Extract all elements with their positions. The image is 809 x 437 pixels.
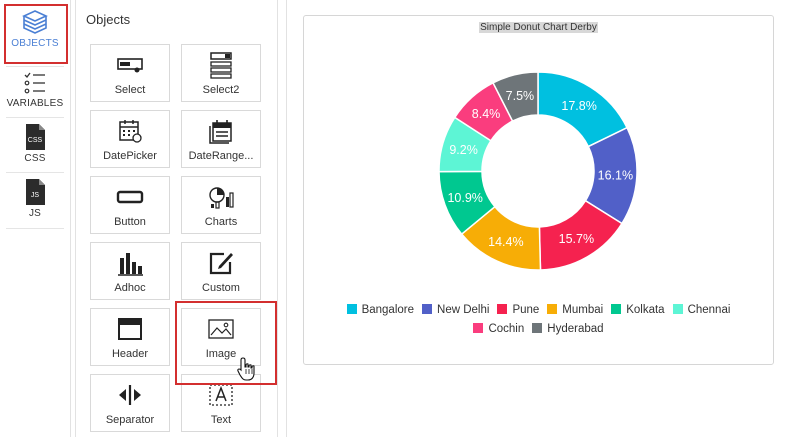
tile-label: Select2 xyxy=(202,84,240,96)
list-icon xyxy=(24,72,45,94)
donut-data-label: 10.9% xyxy=(447,191,482,205)
tile-custom[interactable]: Custom xyxy=(181,242,261,300)
legend-swatch xyxy=(473,323,484,333)
legend-swatch xyxy=(532,323,543,333)
tile-label: Button xyxy=(114,216,146,228)
legend-swatch xyxy=(672,304,683,314)
legend-item[interactable]: New Delhi xyxy=(422,301,489,320)
chart-card[interactable]: Simple Donut Chart Derby 17.8% 16.1% 15.7%… xyxy=(303,15,774,365)
legend-item[interactable]: Kolkata xyxy=(611,301,665,320)
divider xyxy=(6,172,64,173)
legend-label: Cochin xyxy=(488,323,525,335)
tile-label: Custom xyxy=(202,282,240,294)
active-highlight xyxy=(4,4,68,64)
tile-header[interactable]: Header xyxy=(90,308,170,366)
rail-label-css: CSS xyxy=(24,153,46,164)
tile-label: Header xyxy=(111,348,149,360)
tile-datepicker[interactable]: DatePicker xyxy=(90,110,170,168)
donut-data-label: 14.4% xyxy=(488,235,523,249)
tile-label: Charts xyxy=(204,216,238,228)
js-file-icon: JS xyxy=(26,179,45,205)
date-range-icon xyxy=(209,120,232,144)
legend-label: Pune xyxy=(512,304,540,316)
divider xyxy=(6,228,64,229)
legend-item[interactable]: Cochin xyxy=(473,320,524,339)
tile-label: Text xyxy=(210,414,232,426)
legend-label: Mumbai xyxy=(562,304,604,316)
legend-swatch xyxy=(497,304,508,314)
legend-label: Kolkata xyxy=(626,304,665,316)
donut-data-label: 17.8% xyxy=(561,99,596,113)
tile-button[interactable]: Button xyxy=(90,176,170,234)
tile-separator[interactable]: Separator xyxy=(90,374,170,432)
select2-icon xyxy=(210,52,232,79)
legend-swatch xyxy=(346,304,357,314)
objects-title: Objects xyxy=(86,12,131,27)
css-file-icon: CSS xyxy=(26,124,45,150)
text-icon xyxy=(209,384,233,406)
legend-item[interactable]: Mumbai xyxy=(547,301,603,320)
legend-label: Hyderabad xyxy=(547,323,604,335)
svg-text:CSS: CSS xyxy=(28,137,43,144)
rail-item-variables[interactable]: VARIABLES xyxy=(0,70,70,109)
legend-item[interactable]: Pune xyxy=(497,301,539,320)
image-tile-highlight xyxy=(175,301,277,385)
hand-cursor-icon xyxy=(237,357,255,381)
rail-item-css[interactable]: CSS CSS xyxy=(0,123,70,164)
tile-select[interactable]: Select xyxy=(90,44,170,102)
tile-select2[interactable]: Select2 xyxy=(181,44,261,102)
rail-label-variables: VARIABLES xyxy=(6,98,64,109)
donut-data-label: 15.7% xyxy=(559,232,594,246)
tile-label: Select xyxy=(114,84,146,96)
tile-label: DatePicker xyxy=(103,150,157,162)
legend-label: Chennai xyxy=(687,304,731,316)
tile-label: Adhoc xyxy=(114,282,146,294)
rail-label-js: JS xyxy=(28,208,42,219)
svg-text:JS: JS xyxy=(31,192,40,199)
separator-icon xyxy=(119,385,141,405)
divider xyxy=(6,117,64,118)
header-icon xyxy=(118,318,142,340)
donut-data-label: 16.1% xyxy=(598,169,633,183)
donut-data-label: 8.4% xyxy=(472,107,501,121)
tile-charts[interactable]: Charts xyxy=(181,176,261,234)
tile-daterange[interactable]: DateRange... xyxy=(181,110,261,168)
donut-data-label: 9.2% xyxy=(449,143,478,157)
legend-swatch xyxy=(547,304,558,314)
legend-item[interactable]: Chennai xyxy=(672,301,731,320)
legend-label: Bangalore xyxy=(361,304,415,316)
chart-legend: Bangalore New Delhi Pune Mumbai Kolkata Chenn… xyxy=(324,301,753,339)
left-rail: OBJECTS VARIABLES CSS CSS JS JS xyxy=(0,0,71,437)
donut-data-label: 7.5% xyxy=(506,89,534,103)
legend-swatch xyxy=(611,304,622,314)
tile-label: DateRange... xyxy=(188,150,254,162)
rail-item-js[interactable]: JS JS xyxy=(0,178,70,219)
button-icon xyxy=(116,190,144,204)
calendar-icon xyxy=(119,120,142,143)
donut-chart: 17.8% 16.1% 15.7% 14.4% 10.9% 9.2% 8.4% 7.5% xyxy=(438,71,638,271)
tile-label: Separator xyxy=(105,414,155,426)
charts-icon xyxy=(209,187,234,209)
legend-swatch xyxy=(422,304,433,314)
legend-label: New Delhi xyxy=(437,304,490,316)
divider xyxy=(6,66,64,67)
tile-adhoc[interactable]: Adhoc xyxy=(90,242,170,300)
select-icon xyxy=(117,58,143,73)
bar-chart-icon xyxy=(118,253,143,276)
edit-icon xyxy=(209,252,233,275)
legend-item[interactable]: Hyderabad xyxy=(532,320,604,339)
legend-item[interactable]: Bangalore xyxy=(346,301,415,320)
